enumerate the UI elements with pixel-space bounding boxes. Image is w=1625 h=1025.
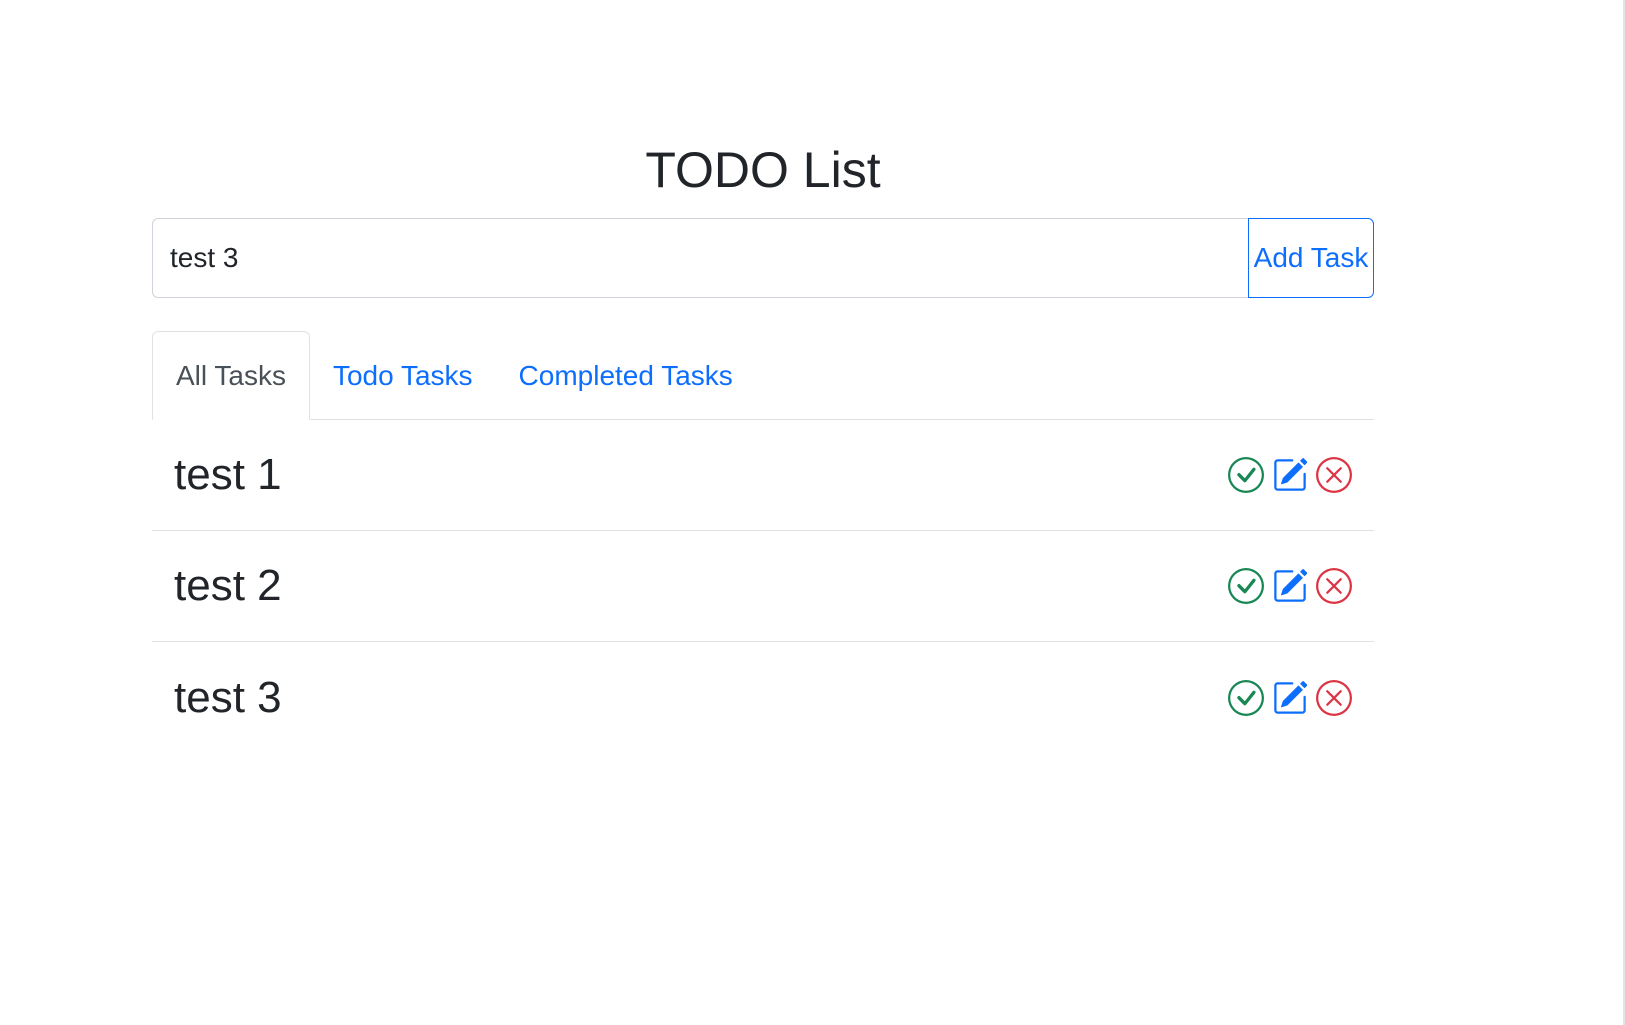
pencil-square-icon[interactable] [1272, 680, 1308, 716]
page: TODO List Add Task All Tasks Todo Tasks … [0, 0, 1625, 1025]
new-task-form: Add Task [152, 218, 1374, 298]
task-name: test 1 [174, 450, 282, 499]
task-name: test 3 [174, 672, 282, 722]
tab-todo-tasks[interactable]: Todo Tasks [310, 332, 496, 420]
task-actions [1228, 457, 1352, 493]
new-task-input[interactable] [152, 218, 1248, 298]
task-list: test 1 test 2 test 3 [152, 420, 1374, 753]
tab-completed-tasks[interactable]: Completed Tasks [496, 332, 756, 420]
task-actions [1228, 568, 1352, 604]
add-task-button[interactable]: Add Task [1248, 218, 1374, 298]
check-circle-icon[interactable] [1228, 679, 1264, 716]
x-circle-icon[interactable] [1316, 568, 1352, 604]
x-circle-icon[interactable] [1316, 679, 1352, 716]
pencil-square-icon[interactable] [1272, 568, 1308, 604]
check-circle-icon[interactable] [1228, 457, 1264, 493]
tab-all-tasks[interactable]: All Tasks [152, 331, 310, 420]
task-row: test 3 [152, 642, 1374, 753]
task-actions [1228, 679, 1352, 716]
page-title: TODO List [645, 142, 881, 198]
task-filter-tabs: All Tasks Todo Tasks Completed Tasks [152, 331, 1374, 420]
pencil-square-icon[interactable] [1272, 457, 1308, 493]
task-row: test 1 [152, 420, 1374, 531]
task-row: test 2 [152, 531, 1374, 642]
task-name: test 2 [174, 561, 282, 610]
check-circle-icon[interactable] [1228, 568, 1264, 604]
x-circle-icon[interactable] [1316, 457, 1352, 493]
